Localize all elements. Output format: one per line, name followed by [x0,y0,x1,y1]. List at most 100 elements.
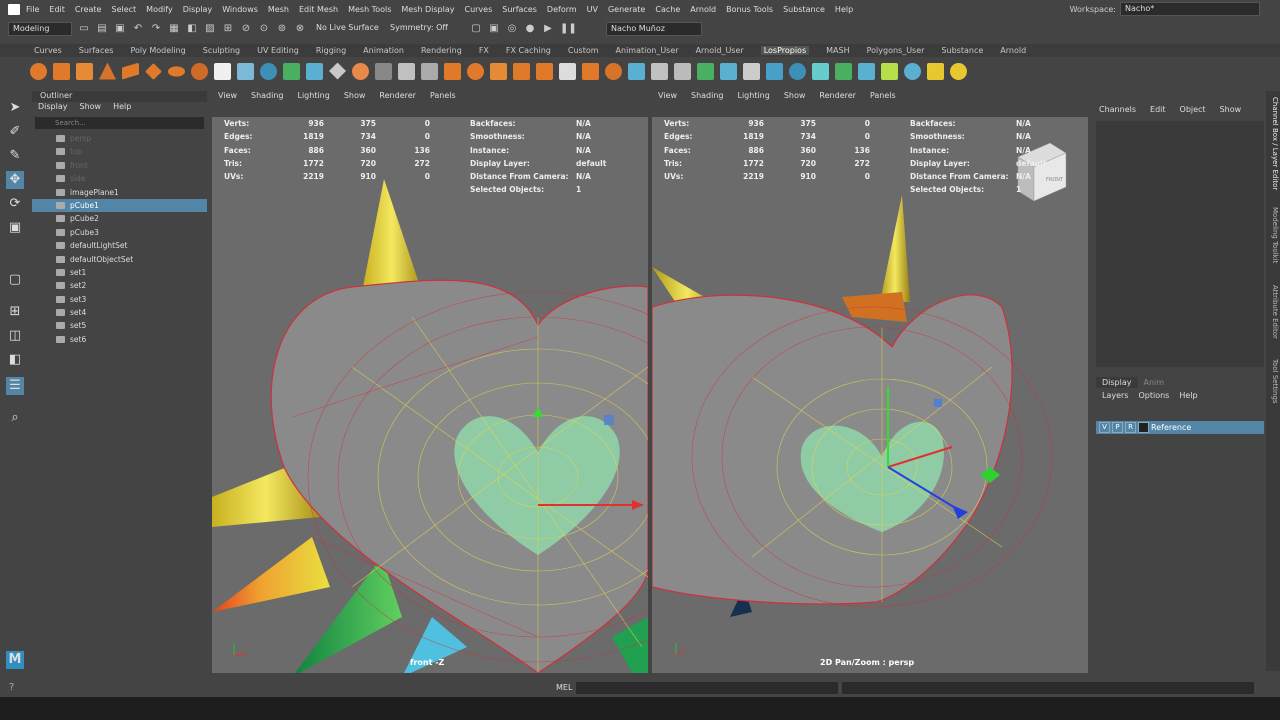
append-icon[interactable] [375,62,392,80]
vp-right-menu-panels[interactable]: Panels [870,91,896,103]
cb-menu-edit[interactable]: Edit [1150,105,1166,114]
planar-map-icon[interactable] [651,62,668,80]
menu-uv[interactable]: UV [587,5,598,14]
layer-tab-display[interactable]: Display [1096,377,1138,388]
cb-menu-channels[interactable]: Channels [1099,105,1136,114]
persp-outliner-icon[interactable]: ◧ [6,351,24,369]
shelf-tab-surfaces[interactable]: Surfaces [79,46,114,55]
snap-view-plane-icon[interactable]: ⊚ [276,23,288,35]
mirror-icon[interactable] [444,62,461,80]
ipr-render-icon[interactable]: ▣ [488,23,500,35]
menu-curves[interactable]: Curves [464,5,492,14]
smooth-icon[interactable] [260,62,277,80]
outliner-item[interactable]: set3 [32,293,207,306]
shelf-tab-arnold-user[interactable]: Arnold_User [696,46,744,55]
menu-mesh-display[interactable]: Mesh Display [401,5,454,14]
shelf-tab-rigging[interactable]: Rigging [316,46,346,55]
shelf-tab-custom[interactable]: Custom [568,46,599,55]
menu-help[interactable]: Help [835,5,853,14]
shelf-tab-substance[interactable]: Substance [941,46,983,55]
poke-icon[interactable] [582,62,599,80]
single-view-icon[interactable]: ▢ [6,271,24,289]
layer-reference-toggle[interactable]: R [1125,422,1136,433]
yellow-sphere-icon[interactable] [950,62,967,80]
menu-edit-mesh[interactable]: Edit Mesh [299,5,338,14]
insert-edge-loop-icon[interactable] [421,62,438,80]
menu-modify[interactable]: Modify [146,5,173,14]
poly-cone-icon[interactable] [99,62,116,80]
outliner-item[interactable]: set6 [32,333,207,346]
snap-grid-icon[interactable]: ⊞ [222,23,234,35]
scale-tool-icon[interactable]: ▣ [6,219,24,237]
four-view-icon[interactable]: ⊞ [6,303,24,321]
lasso-tool-icon[interactable]: ✐ [6,123,24,141]
vp-left-menu-view[interactable]: View [218,91,237,103]
outliner-item[interactable]: pCube3 [32,226,207,239]
poly-plane-icon[interactable] [122,62,139,80]
menu-edit[interactable]: Edit [49,5,65,14]
shelf-tab-fx-caching[interactable]: FX Caching [506,46,551,55]
uv-editor-icon[interactable] [628,62,645,80]
poly-pyramid-icon[interactable] [145,62,162,80]
delete-history-icon[interactable] [766,62,783,80]
layout-icon[interactable]: ☰ [6,377,24,395]
menu-windows[interactable]: Windows [222,5,258,14]
cylindrical-map-icon[interactable] [674,62,691,80]
menu-create[interactable]: Create [75,5,102,14]
account-dropdown[interactable]: Nacho Muñoz [606,22,702,36]
help-icon[interactable]: ? [9,682,14,693]
menu-substance[interactable]: Substance [783,5,825,14]
poly-torus-icon[interactable] [168,65,185,77]
snap-point-icon[interactable]: ⊙ [258,23,270,35]
layer-playback-toggle[interactable]: P [1112,422,1123,433]
layer-menu-layers[interactable]: Layers [1102,391,1128,400]
outliner-item[interactable]: side [32,172,207,185]
live-surface-field[interactable]: No Live Surface [312,22,380,36]
save-scene-icon[interactable]: ▣ [114,23,126,35]
menu-set-dropdown[interactable]: Modeling [8,22,72,36]
layer-color-swatch[interactable] [1138,422,1149,433]
menu-surfaces[interactable]: Surfaces [502,5,537,14]
mel-label[interactable]: MEL [556,683,572,692]
vp-left-menu-shading[interactable]: Shading [251,91,284,103]
vp-right-menu-view[interactable]: View [658,91,677,103]
extrude-icon[interactable] [306,62,323,80]
select-component-icon[interactable]: ▨ [204,23,216,35]
persp-plane-handle[interactable] [934,399,942,407]
render-icon[interactable]: ▢ [470,23,482,35]
super-shape-icon[interactable] [191,62,208,80]
combine-icon[interactable] [214,62,231,80]
shelf-tab-uv-editing[interactable]: UV Editing [257,46,299,55]
outliner-item[interactable]: defaultLightSet [32,239,207,252]
vp-right-menu-renderer[interactable]: Renderer [819,91,856,103]
viewport-toolbar-right[interactable] [652,103,1088,117]
freeze-transform-icon[interactable] [743,62,760,80]
paint-select-icon[interactable]: ✎ [6,147,24,165]
snap-curve-icon[interactable]: ⊘ [240,23,252,35]
mel-input[interactable] [576,682,838,694]
layer-menu-options[interactable]: Options [1138,391,1169,400]
make-live-icon[interactable]: ⊗ [294,23,306,35]
lattice-icon[interactable] [858,62,875,80]
outliner-item[interactable]: set4 [32,306,207,319]
tab-modeling-toolkit[interactable]: Modeling Toolkit [1267,207,1279,263]
vp-right-menu-shading[interactable]: Shading [691,91,724,103]
vp-left-menu-lighting[interactable]: Lighting [297,91,329,103]
menu-bonus-tools[interactable]: Bonus Tools [726,5,773,14]
outliner-menu-display[interactable]: Display [38,102,68,114]
shelf-tab-animation[interactable]: Animation [363,46,404,55]
menu-display[interactable]: Display [183,5,213,14]
fill-hole-icon[interactable] [352,62,369,80]
shelf-tab-mash[interactable]: MASH [826,46,849,55]
new-scene-icon[interactable]: ▭ [78,23,90,35]
poly-sphere-icon[interactable] [30,62,47,80]
outliner-menu-show[interactable]: Show [80,102,102,114]
quad-draw-icon[interactable] [536,62,553,80]
shelf-tab-poly-modeling[interactable]: Poly Modeling [130,46,185,55]
hypershade-icon[interactable]: ● [524,23,536,35]
cb-menu-object[interactable]: Object [1180,105,1206,114]
menu-mesh-tools[interactable]: Mesh Tools [348,5,391,14]
workspace-dropdown[interactable]: Nacho* [1120,2,1260,16]
menu-mesh[interactable]: Mesh [268,5,289,14]
shelf-tab-lospropios[interactable]: LosPropios [760,46,810,55]
